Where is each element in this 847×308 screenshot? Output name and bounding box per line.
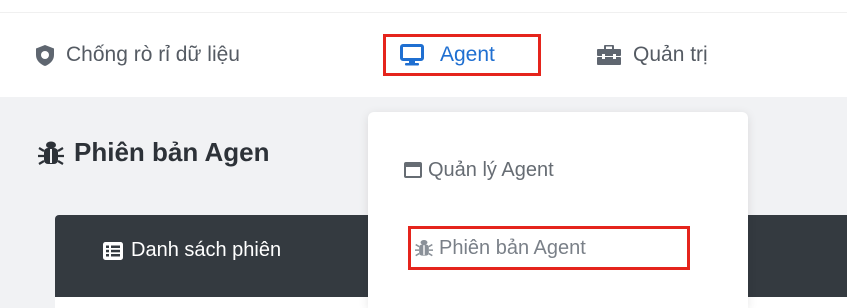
agent-dropdown-menu: Quản lý Agent Phiên bản Agent	[368, 112, 748, 308]
dropdown-item-label: Quản lý Agent	[428, 158, 554, 181]
list-alt-icon	[103, 241, 123, 260]
toolbox-icon	[597, 45, 621, 65]
dropdown-item-label: Phiên bản Agent	[439, 236, 586, 259]
nav-item-admin[interactable]: Quản trị	[597, 35, 708, 75]
page-title: Phiên bản Agen	[38, 137, 270, 168]
window-icon	[404, 162, 422, 178]
page: Chống rò rỉ dữ liệu Agent Quản trị Phiên…	[0, 0, 847, 308]
nav-item-label: Quản trị	[633, 43, 708, 66]
page-title-text: Phiên bản Agen	[74, 137, 270, 167]
top-strip	[0, 0, 847, 13]
top-navbar: Chống rò rỉ dữ liệu Agent Quản trị	[0, 13, 847, 97]
card-title-text: Danh sách phiên	[131, 239, 282, 261]
nav-item-label: Chống rò rỉ dữ liệu	[66, 43, 240, 66]
card-title: Danh sách phiên	[103, 239, 281, 262]
dropdown-item-agent-version[interactable]: Phiên bản Agent	[408, 226, 690, 270]
nav-item-label: Agent	[440, 43, 495, 66]
desktop-icon	[400, 44, 424, 66]
bug-icon	[38, 140, 64, 166]
nav-item-data-loss-prevention[interactable]: Chống rò rỉ dữ liệu	[36, 35, 240, 75]
bug-icon	[415, 239, 433, 257]
nav-item-agent[interactable]: Agent	[383, 34, 541, 76]
shield-icon	[36, 44, 54, 66]
dropdown-item-agent-management[interactable]: Quản lý Agent	[404, 153, 554, 187]
